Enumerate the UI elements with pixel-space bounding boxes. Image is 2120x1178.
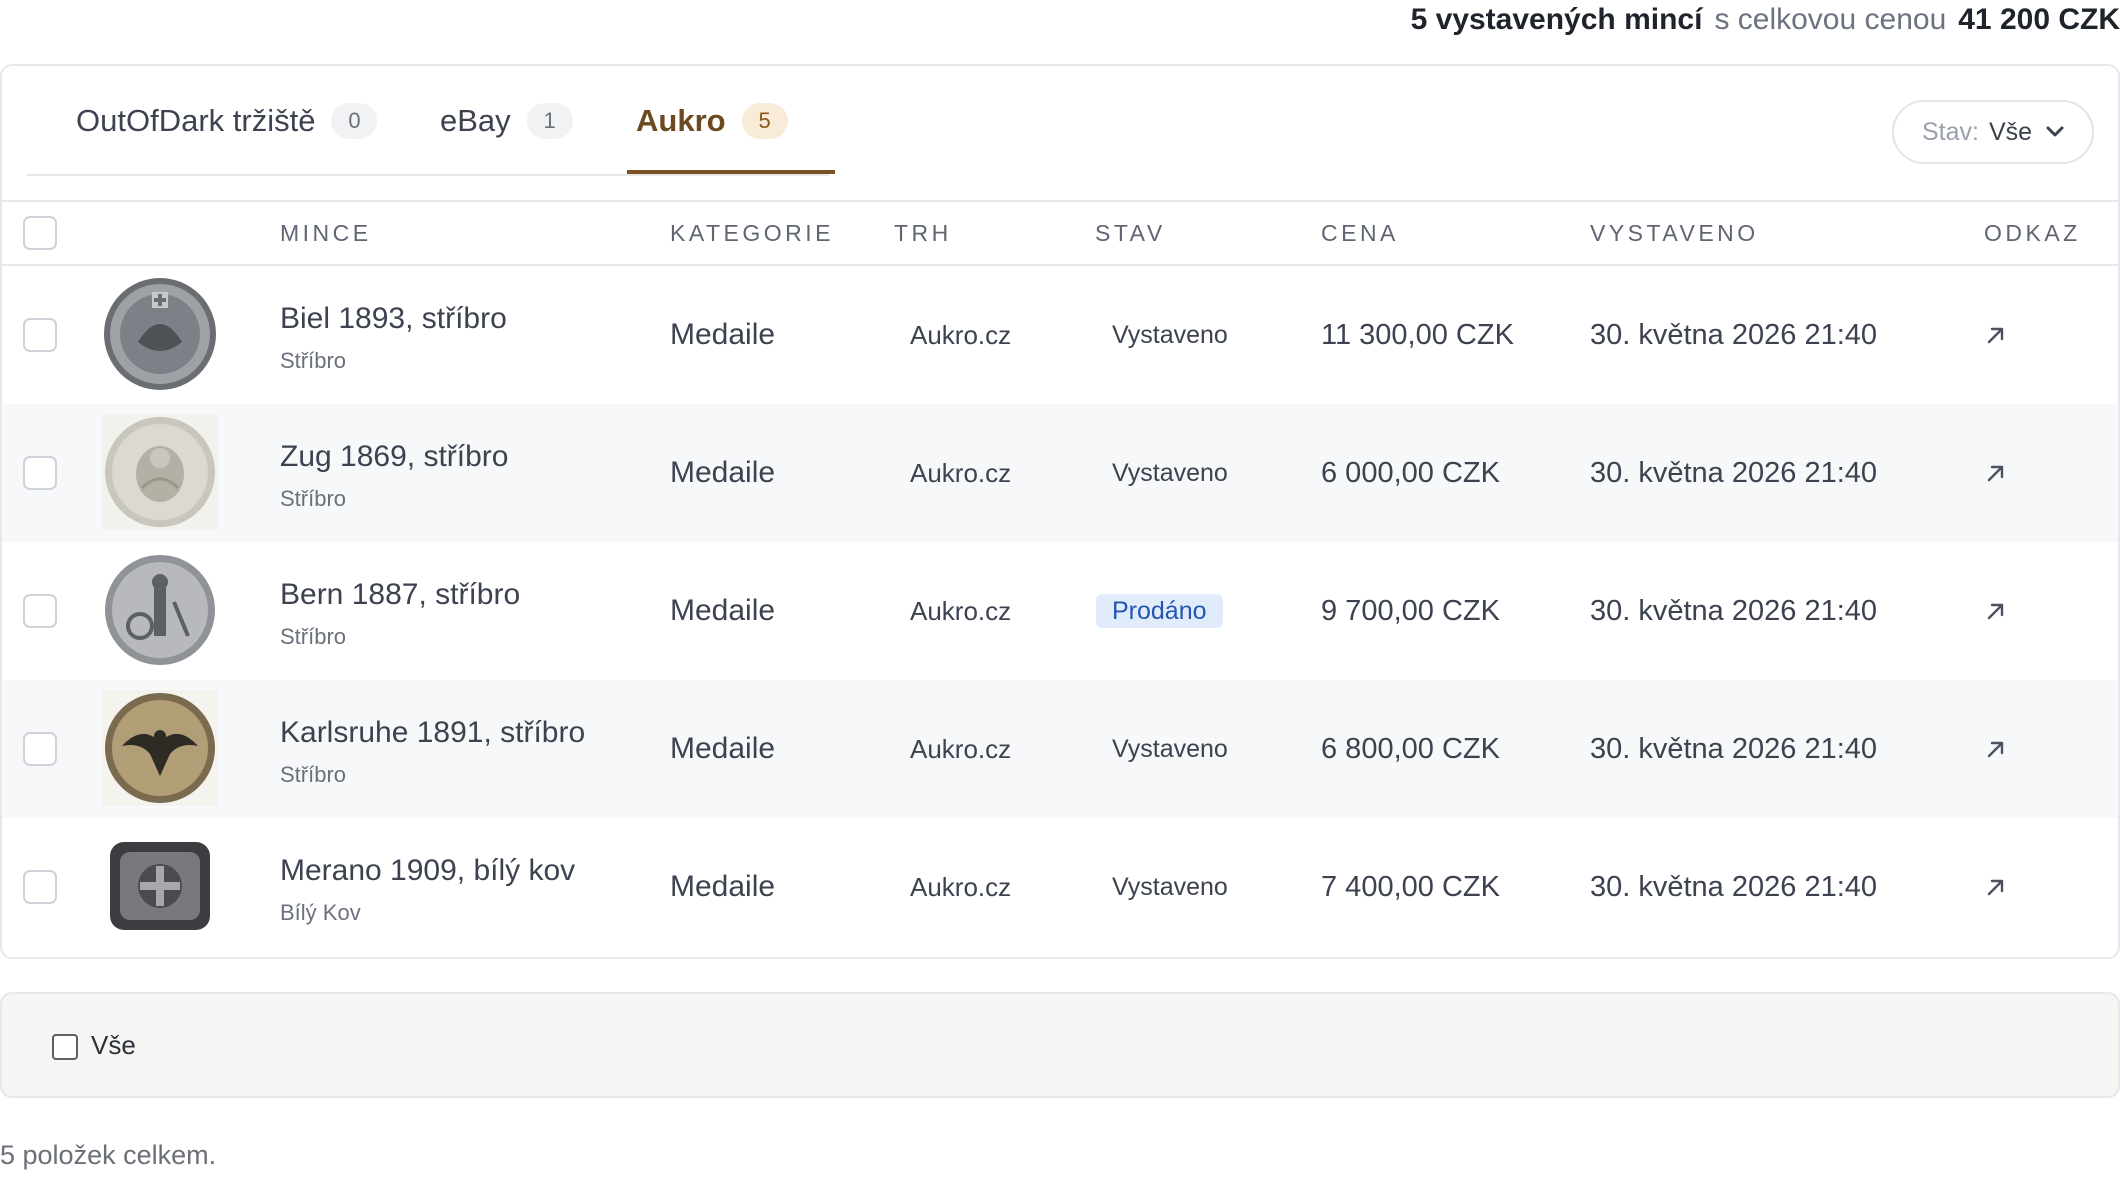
marketplace-tabs: OutOfDark tržiště 0 eBay 1 Aukro 5 <box>27 66 835 176</box>
select-all-footer-checkbox[interactable] <box>52 1034 78 1060</box>
tab-label: eBay <box>440 103 511 138</box>
coin-name[interactable]: Karlsruhe 1891, stříbro <box>280 716 585 750</box>
category-cell: Medaile <box>670 732 776 765</box>
price-cell: 11 300,00 CZK <box>1321 318 1514 351</box>
coin-metal: Stříbro <box>280 624 347 649</box>
listing-summary: 5 vystavených mincí s celkovou cenou 41 … <box>1411 0 2120 40</box>
coin-metal: Stříbro <box>280 348 347 373</box>
row-checkbox[interactable] <box>23 594 57 628</box>
category-cell: Medaile <box>670 594 776 627</box>
coin-thumbnail <box>104 278 216 390</box>
coin-thumbnail <box>105 555 215 665</box>
select-all-label[interactable]: Vše <box>91 994 136 1096</box>
status-badge: Vystaveno <box>1112 872 1228 901</box>
total-price: 41 200 CZK <box>1958 3 2120 36</box>
coin-thumbnail <box>102 414 218 530</box>
external-link-icon[interactable] <box>1982 321 2010 349</box>
table-row[interactable]: Zug 1869, stříbro Stříbro Medaile Aukro.… <box>2 404 2118 542</box>
tab-count-badge: 0 <box>331 103 378 139</box>
column-header-link: ODKAZ <box>1984 219 2081 246</box>
column-header-coin[interactable]: MINCE <box>280 202 372 264</box>
external-link-icon[interactable] <box>1982 735 2010 763</box>
listed-date-cell: 30. května 2026 21:40 <box>1590 594 1878 627</box>
category-cell: Medaile <box>670 456 776 489</box>
active-tab-indicator <box>627 170 835 174</box>
status-badge: Vystaveno <box>1112 734 1228 763</box>
external-link-icon[interactable] <box>1982 459 2010 487</box>
column-header-category[interactable]: KATEGORIE <box>670 202 834 264</box>
listed-count: 5 vystavených mincí <box>1410 3 1703 36</box>
row-checkbox[interactable] <box>23 732 57 766</box>
tab-label: OutOfDark tržiště <box>76 103 316 138</box>
chevron-down-icon <box>2046 126 2064 137</box>
price-cell: 6 000,00 CZK <box>1321 456 1500 489</box>
status-badge: Vystaveno <box>1112 458 1228 487</box>
column-header-listed[interactable]: VYSTAVENO <box>1590 202 1759 264</box>
external-link-icon[interactable] <box>1982 873 2010 901</box>
coin-name[interactable]: Bern 1887, stříbro <box>280 578 520 612</box>
column-header-market[interactable]: TRH <box>894 202 952 264</box>
select-all-checkbox[interactable] <box>23 216 57 250</box>
table-row[interactable]: Biel 1893, stříbro Stříbro Medaile Aukro… <box>2 266 2118 404</box>
row-checkbox[interactable] <box>23 870 57 904</box>
tab-label: Aukro <box>636 103 726 138</box>
coin-name[interactable]: Biel 1893, stříbro <box>280 302 507 336</box>
tab-outofdark[interactable]: OutOfDark tržiště 0 <box>76 66 378 176</box>
total-items-text: 5 položek celkem. <box>0 1140 217 1170</box>
table-row[interactable]: Karlsruhe 1891, stříbro Stříbro Medaile … <box>2 680 2118 818</box>
coin-metal: Stříbro <box>280 486 347 511</box>
category-cell: Medaile <box>670 870 776 903</box>
status-filter-dropdown[interactable]: Stav: Vše <box>1892 100 2094 164</box>
table-row[interactable]: Bern 1887, stříbro Stříbro Medaile Aukro… <box>2 542 2118 680</box>
listed-date-cell: 30. května 2026 21:40 <box>1590 732 1878 765</box>
market-cell: Aukro.cz <box>910 457 1012 488</box>
listed-date-cell: 30. května 2026 21:40 <box>1590 870 1878 903</box>
row-checkbox[interactable] <box>23 318 57 352</box>
coin-name[interactable]: Zug 1869, stříbro <box>280 440 508 474</box>
tab-ebay[interactable]: eBay 1 <box>440 66 573 176</box>
coin-name[interactable]: Merano 1909, bílý kov <box>280 854 575 888</box>
listed-date-cell: 30. května 2026 21:40 <box>1590 456 1878 489</box>
bulk-actions-bar: Vše <box>0 992 2120 1098</box>
coin-metal: Bílý Kov <box>280 900 361 925</box>
status-badge: Prodáno <box>1096 594 1223 628</box>
tab-count-badge: 1 <box>526 103 573 139</box>
row-checkbox[interactable] <box>23 456 57 490</box>
market-cell: Aukro.cz <box>910 595 1012 626</box>
market-cell: Aukro.cz <box>910 319 1012 350</box>
listings-card: OutOfDark tržiště 0 eBay 1 Aukro 5 Stav:… <box>0 64 2120 959</box>
summary-middle-text: s celkovou cenou <box>1714 3 1947 36</box>
coin-thumbnail <box>110 842 210 930</box>
column-header-status[interactable]: STAV <box>1095 202 1166 264</box>
price-cell: 6 800,00 CZK <box>1321 732 1500 765</box>
coin-thumbnail <box>102 690 218 806</box>
tab-count-badge: 5 <box>741 103 788 139</box>
tab-aukro[interactable]: Aukro 5 <box>636 66 788 176</box>
external-link-icon[interactable] <box>1982 597 2010 625</box>
market-cell: Aukro.cz <box>910 871 1012 902</box>
table-header: MINCE KATEGORIE TRH STAV CENA VYSTAVENO … <box>2 200 2118 266</box>
listed-date-cell: 30. května 2026 21:40 <box>1590 318 1878 351</box>
table-row[interactable]: Merano 1909, bílý kov Bílý Kov Medaile A… <box>2 818 2118 956</box>
price-cell: 7 400,00 CZK <box>1321 870 1500 903</box>
market-cell: Aukro.cz <box>910 733 1012 764</box>
filter-label: Stav: <box>1921 117 1979 146</box>
filter-value: Vše <box>1988 117 2033 146</box>
status-badge: Vystaveno <box>1112 320 1228 349</box>
coin-metal: Stříbro <box>280 762 347 787</box>
column-header-price[interactable]: CENA <box>1321 202 1399 264</box>
category-cell: Medaile <box>670 318 776 351</box>
price-cell: 9 700,00 CZK <box>1321 594 1500 627</box>
